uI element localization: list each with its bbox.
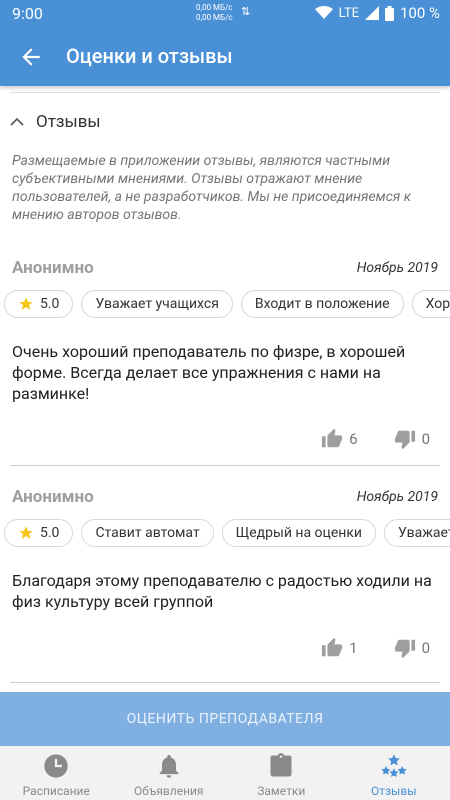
review-text: Очень хороший преподаватель по физре, в … [12, 342, 406, 403]
rating-value: 5.0 [40, 296, 60, 312]
top-divider [10, 92, 440, 93]
like-count: 6 [349, 430, 358, 448]
thumbs-down-icon [394, 430, 415, 450]
signal-icon [365, 6, 379, 20]
review-date: Ноябрь 2019 [356, 489, 438, 505]
tag-list[interactable]: 5.0 Ставит автомат Щедрый на оценки Уваж… [4, 519, 450, 547]
review-actions: 6 0 [321, 428, 430, 450]
nav-label: Отзывы [370, 784, 417, 798]
tag-chip: Щедрый на оценки [221, 519, 376, 547]
nav-label: Объявления [133, 784, 204, 798]
review-divider [10, 465, 440, 466]
rating-chip: 5.0 [4, 519, 74, 547]
tag-list[interactable]: 5.0 Уважает учащихся Входит в положение … [4, 290, 450, 318]
tag-chip: Входит в положение [240, 290, 404, 318]
star-icon [19, 297, 33, 310]
thumbs-up-icon [322, 637, 343, 657]
page-title: Оценки и отзывы [66, 44, 233, 68]
tag-chip: Ставит автомат [81, 519, 214, 547]
app-bar: Оценки и отзывы [0, 28, 450, 86]
nav-item-notes[interactable]: Заметки [225, 746, 338, 800]
dislike-count: 0 [421, 639, 430, 657]
net-down: 0,00 МБ/с [196, 13, 233, 22]
bell-icon [159, 754, 179, 778]
like-button[interactable]: 1 [321, 637, 358, 659]
tag-chip: Уважает учащихся [81, 290, 233, 318]
rating-value: 5.0 [40, 525, 60, 541]
status-time: 9:00 [12, 4, 43, 23]
clipboard-icon [270, 753, 292, 777]
star-icon [19, 526, 33, 539]
thumbs-down-icon [394, 639, 415, 659]
back-arrow-icon[interactable] [18, 44, 44, 70]
reviews-content[interactable]: Отзывы Размещаемые в приложении отзывы, … [0, 86, 450, 692]
battery-icon [385, 5, 394, 21]
status-bar: 9:00 0,00 МБ/с 0,00 МБ/с ⇅ LTE 100 % [0, 0, 450, 28]
net-up: 0,00 МБ/с [196, 3, 233, 12]
chevron-up-icon [10, 117, 24, 126]
nav-item-reviews[interactable]: Отзывы [338, 746, 450, 800]
tag-chip: Уважает [383, 519, 450, 547]
data-transfer-icon: ⇅ [241, 5, 251, 18]
tag-chip: Хороший [411, 290, 450, 318]
review-date: Ноябрь 2019 [356, 260, 438, 276]
section-title: Отзывы [36, 112, 101, 132]
dislike-button[interactable]: 0 [394, 637, 430, 659]
network-speed: 0,00 МБ/с 0,00 МБ/с [196, 3, 233, 23]
dislike-button[interactable]: 0 [394, 428, 430, 450]
nav-item-announcements[interactable]: Объявления [113, 746, 226, 800]
thumbs-up-icon [322, 428, 343, 448]
like-count: 1 [349, 639, 358, 657]
review-text: Благодаря этому преподавателю с радостью… [12, 571, 432, 611]
bottom-navigation: Расписание Объявления Заметки Отзывы [0, 746, 450, 800]
review-divider [10, 682, 440, 683]
review-author: Анонимно [12, 487, 94, 507]
network-type: LTE [338, 5, 359, 21]
wifi-icon [314, 6, 333, 19]
review-actions: 1 0 [321, 637, 430, 659]
review-card: Анонимно Ноябрь 2019 5.0 Уважает учащихс… [0, 258, 450, 450]
review-card: Анонимно Ноябрь 2019 5.0 Ставит автомат … [0, 487, 450, 677]
review-author: Анонимно [12, 258, 94, 278]
nav-label: Расписание [22, 784, 90, 798]
battery-level: 100 % [400, 4, 440, 22]
nav-label: Заметки [257, 784, 306, 798]
rate-teacher-button[interactable]: ОЦЕНИТЬ ПРЕПОДАВАТЕЛЯ [0, 692, 450, 746]
dislike-count: 0 [421, 430, 430, 448]
rating-chip: 5.0 [4, 290, 74, 318]
reviews-section-toggle[interactable]: Отзывы [10, 112, 101, 132]
reviews-icon [381, 754, 407, 777]
nav-item-schedule[interactable]: Расписание [0, 746, 113, 800]
disclaimer-text: Размещаемые в приложении отзывы, являютс… [12, 153, 412, 223]
clock-icon [44, 754, 68, 778]
like-button[interactable]: 6 [321, 428, 358, 450]
